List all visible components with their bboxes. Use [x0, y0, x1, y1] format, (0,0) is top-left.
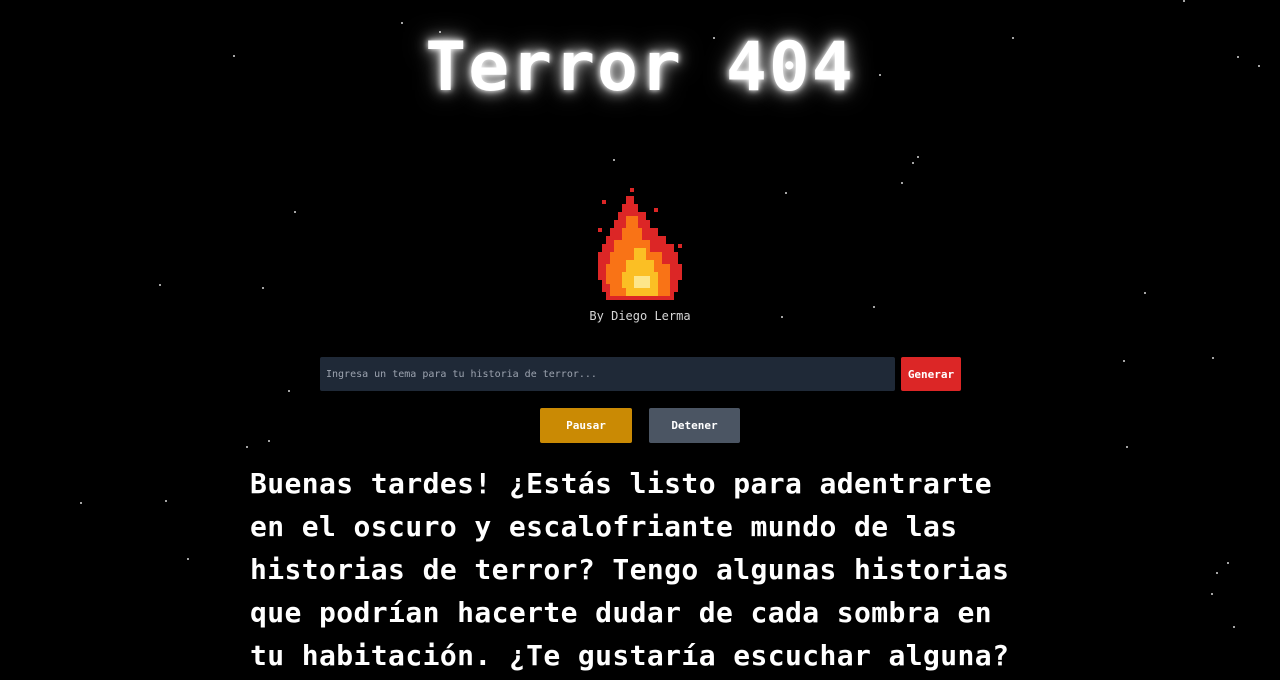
star	[268, 440, 270, 442]
playback-controls: Pausar Detener	[540, 408, 740, 443]
star	[901, 182, 903, 184]
star	[917, 156, 919, 158]
star	[613, 159, 615, 161]
star	[262, 287, 264, 289]
star	[1212, 357, 1214, 359]
pixel-flame-icon	[598, 188, 682, 300]
star	[288, 390, 290, 392]
pause-button[interactable]: Pausar	[540, 408, 632, 443]
topic-input[interactable]	[320, 357, 895, 391]
star	[1211, 593, 1213, 595]
star	[246, 446, 248, 448]
star	[912, 162, 914, 164]
story-text: Buenas tardes! ¿Estás listo para adentra…	[250, 467, 1010, 672]
topic-form: Generar	[320, 357, 961, 391]
star	[401, 22, 403, 24]
generate-button[interactable]: Generar	[901, 357, 961, 391]
star	[873, 306, 875, 308]
page-title: Terror 404	[425, 28, 855, 107]
star	[294, 211, 296, 213]
star	[1183, 0, 1185, 2]
star	[159, 284, 161, 286]
star	[165, 500, 167, 502]
star	[187, 558, 189, 560]
star	[785, 192, 787, 194]
star	[80, 502, 82, 504]
star	[1233, 626, 1235, 628]
stop-button[interactable]: Detener	[649, 408, 740, 443]
star	[1216, 572, 1218, 574]
star	[1123, 360, 1125, 362]
author-byline: By Diego Lerma	[589, 309, 691, 323]
star	[1126, 446, 1128, 448]
star	[1144, 292, 1146, 294]
star	[1227, 562, 1229, 564]
